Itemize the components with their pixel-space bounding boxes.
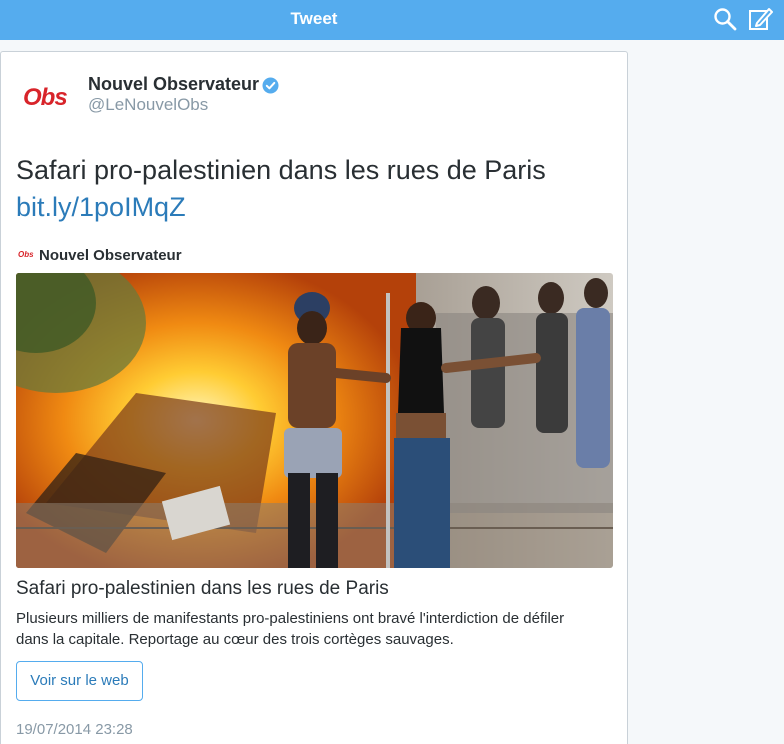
avatar[interactable]: Obs xyxy=(15,78,75,122)
tweet-link[interactable]: bit.ly/1poIMqZ xyxy=(16,189,616,226)
author-handle[interactable]: @LeNouvelObs xyxy=(88,95,208,115)
author-name[interactable]: Nouvel Observateur xyxy=(88,74,259,95)
news-photo-image[interactable] xyxy=(16,273,613,568)
card-description: Plusieurs milliers de manifestants pro-p… xyxy=(16,610,565,648)
source-name: Nouvel Observateur xyxy=(39,247,182,264)
verified-badge-icon xyxy=(262,77,279,94)
page-title: Tweet xyxy=(290,9,338,28)
tweet-body: Safari pro-palestinien dans les rues de … xyxy=(16,155,546,185)
top-bar: Tweet xyxy=(0,0,784,40)
view-on-web-button[interactable]: Voir sur le web xyxy=(16,661,143,701)
tweet-detail-card: Obs Nouvel Observateur @LeNouvelObs Safa… xyxy=(0,51,628,744)
card-title[interactable]: Safari pro-palestinien dans les rues de … xyxy=(16,578,389,600)
tweet-text: Safari pro-palestinien dans les rues de … xyxy=(16,152,616,226)
tweet-timestamp: 19/07/2014 23:28 xyxy=(16,721,133,738)
avatar-logo: Obs xyxy=(23,84,68,111)
search-icon[interactable] xyxy=(712,6,738,32)
compose-tweet-icon[interactable] xyxy=(748,6,774,32)
right-pane xyxy=(628,40,784,744)
source-logo-icon: Obs xyxy=(18,250,34,259)
